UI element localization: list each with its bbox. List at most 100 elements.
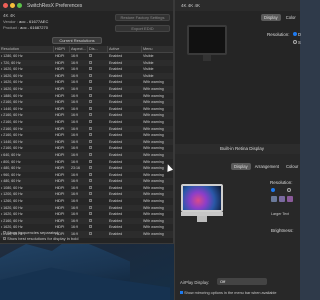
close-icon[interactable] [3,3,8,8]
cell-active: Enabled [109,205,123,210]
freq-checkbox[interactable] [3,231,6,234]
display-checkbox[interactable] [89,152,92,156]
display-checkbox[interactable] [89,212,92,216]
tab-colour[interactable]: Colour [283,163,301,170]
table-row[interactable]: • 480, 60 Hz HiDPI 23:16 Enabled With warnin… [0,165,173,172]
resolution-label: Resolution: [267,32,290,37]
scaled-radio[interactable] [287,188,291,192]
restore-factory-button[interactable]: Restore Factory Settings [115,14,170,21]
scale-option-3[interactable] [287,196,293,202]
table-row[interactable]: • 1620, 60 Hz HiDPI 16:9 Enabled Visible [0,72,173,80]
table-row[interactable]: • 1200, 60 Hz HiDPI 16:9 Enabled With warnin… [0,191,173,199]
tab-arrangement[interactable]: Arrangement [252,163,282,170]
display-checkbox[interactable] [89,54,92,57]
table-row[interactable]: • 1620, 60 Hz HiDPI 16:9 Enabled Visible [0,66,173,73]
table-row[interactable]: • 1260, 60 Hz HiDPI 16:9 Enabled With warnin… [0,198,173,205]
table-row[interactable]: • 1080, 60 Hz HiDPI 16:9 Enabled With warnin… [0,184,173,192]
bold-option[interactable]: Show best resolutions for display in bol… [3,236,79,242]
tab-display[interactable]: Display [261,14,281,21]
display-checkbox[interactable] [89,146,92,150]
table-row[interactable]: • 2160, 60 Hz HiDPI 16:9 Enabled With warnin… [0,99,173,106]
cell-aspect: 16:9 [71,126,78,131]
display-checkbox[interactable] [89,126,92,130]
display-checkbox[interactable] [89,199,92,203]
scale-option-2[interactable] [279,196,285,202]
tab-display[interactable]: Display [231,163,251,170]
table-row[interactable]: • 960, 60 Hz HiDPI 16:9 Enabled With warning [0,171,173,179]
table-row[interactable]: • 1620, 60 Hz HiDPI 16:9 Enabled With warnin… [0,79,173,86]
scaled-radio[interactable] [293,40,297,44]
display-checkbox[interactable] [89,218,92,222]
display-checkbox[interactable] [89,106,92,110]
display-checkbox[interactable] [89,139,92,143]
tab-color[interactable]: Color [283,14,299,21]
cell-hidpi: HiDPI [55,73,65,78]
col-menu[interactable]: Menu [142,46,173,52]
table-row[interactable]: • 800, 60 Hz HiDPI 16:9 Enabled With warning [0,158,173,166]
display-checkbox[interactable] [89,73,92,77]
minimize-icon[interactable] [10,3,15,8]
table-row[interactable]: • 720, 60 Hz HiDPI 16:9 Enabled Visible [0,59,173,67]
display-checkbox[interactable] [89,67,92,71]
table-row[interactable]: • 1440, 60 Hz HiDPI 16:9 Enabled With warnin… [0,105,173,113]
table-row[interactable]: • 1620, 60 Hz HiDPI 16:9 Enabled With warnin… [0,211,173,218]
table-row[interactable]: • 2160, 60 Hz HiDPI 16:9 Enabled With warnin… [0,112,173,119]
mirroring-option[interactable]: Show mirroring options in the menu bar w… [180,291,277,295]
display-checkbox[interactable] [89,166,92,170]
export-edid-button[interactable]: Export EDID [115,25,170,32]
display-checkbox[interactable] [89,225,92,229]
table-body: • 1280, 60 Hz HiDPI 16:9 Enabled Visible • 72… [0,53,173,238]
airplay-select[interactable]: Off [217,278,267,285]
cell-resolution: • 1200, 60 Hz [1,192,23,197]
display-checkbox[interactable] [89,133,92,137]
table-row[interactable]: • 480, 60 Hz HiDPI 16:9 Enabled With warning [0,178,173,185]
zoom-icon[interactable] [17,3,22,8]
cell-display [88,139,108,146]
display-checkbox[interactable] [89,60,92,64]
display-checkbox[interactable] [89,232,92,236]
scale-option-1[interactable] [271,196,277,202]
col-active[interactable]: Active [108,46,142,52]
table-row[interactable]: • 2160, 60 Hz HiDPI 16:9 Enabled With warnin… [0,217,173,225]
display-checkbox[interactable] [89,93,92,97]
default-radio[interactable] [293,32,297,36]
table-row[interactable]: • 1280, 60 Hz HiDPI 16:9 Enabled Visible [0,53,173,60]
brightness-label: Brightness: [271,228,294,233]
table-row[interactable]: • 2160, 60 Hz HiDPI 16:9 Enabled With warnin… [0,132,173,139]
cell-display [88,165,108,172]
switchresx-titlebar[interactable]: SwitchResX Preferences [0,0,173,11]
display-checkbox[interactable] [89,119,92,123]
table-row[interactable]: • 1880, 60 Hz HiDPI 16:9 Enabled With warnin… [0,92,173,100]
cell-aspect: 16:9 [71,146,78,151]
current-resolutions-button[interactable]: Current Resolutions [52,37,102,44]
display-checkbox[interactable] [89,159,92,163]
display-checkbox[interactable] [89,179,92,183]
table-row[interactable]: • 2160, 60 Hz HiDPI 16:9 Enabled With warnin… [0,125,173,133]
table-row[interactable]: • 640, 60 Hz HiDPI 16:9 Enabled With warning [0,151,173,159]
mirroring-checkbox[interactable] [180,291,183,294]
display-checkbox[interactable] [89,100,92,104]
cell-aspect: 16:9 [71,212,78,217]
display-checkbox[interactable] [89,80,92,84]
col-aspect[interactable]: Aspect... [70,46,88,52]
col-resolution[interactable]: Resolution [0,46,54,52]
cell-resolution: • 2160, 60 Hz [1,113,23,118]
display-checkbox[interactable] [89,172,92,176]
col-hidpi[interactable]: HiDPI [54,46,70,52]
builtin-titlebar[interactable]: Built-in Retina Display [175,144,300,154]
table-row[interactable]: • 1620, 60 Hz HiDPI 16:9 Enabled With warnin… [0,85,173,93]
display-checkbox[interactable] [89,113,92,117]
display-checkbox[interactable] [89,86,92,90]
table-row[interactable]: • 1440, 60 Hz HiDPI 16:9 Enabled With warnin… [0,138,173,146]
table-row[interactable]: • 2160, 60 Hz HiDPI 16:9 Enabled With warnin… [0,118,173,126]
default-radio[interactable] [271,188,275,192]
col-display[interactable]: Dis... [88,46,108,52]
display-checkbox[interactable] [89,205,92,209]
table-row[interactable]: • 1620, 60 Hz HiDPI 16:9 Enabled With warnin… [0,204,173,212]
display-checkbox[interactable] [89,185,92,189]
cell-display [88,132,108,139]
table-row[interactable]: • 2160, 60 Hz HiDPI 16:9 Enabled With warnin… [0,145,173,152]
bold-checkbox[interactable] [3,236,6,240]
display-checkbox[interactable] [89,192,92,196]
imac-stand [197,216,207,222]
